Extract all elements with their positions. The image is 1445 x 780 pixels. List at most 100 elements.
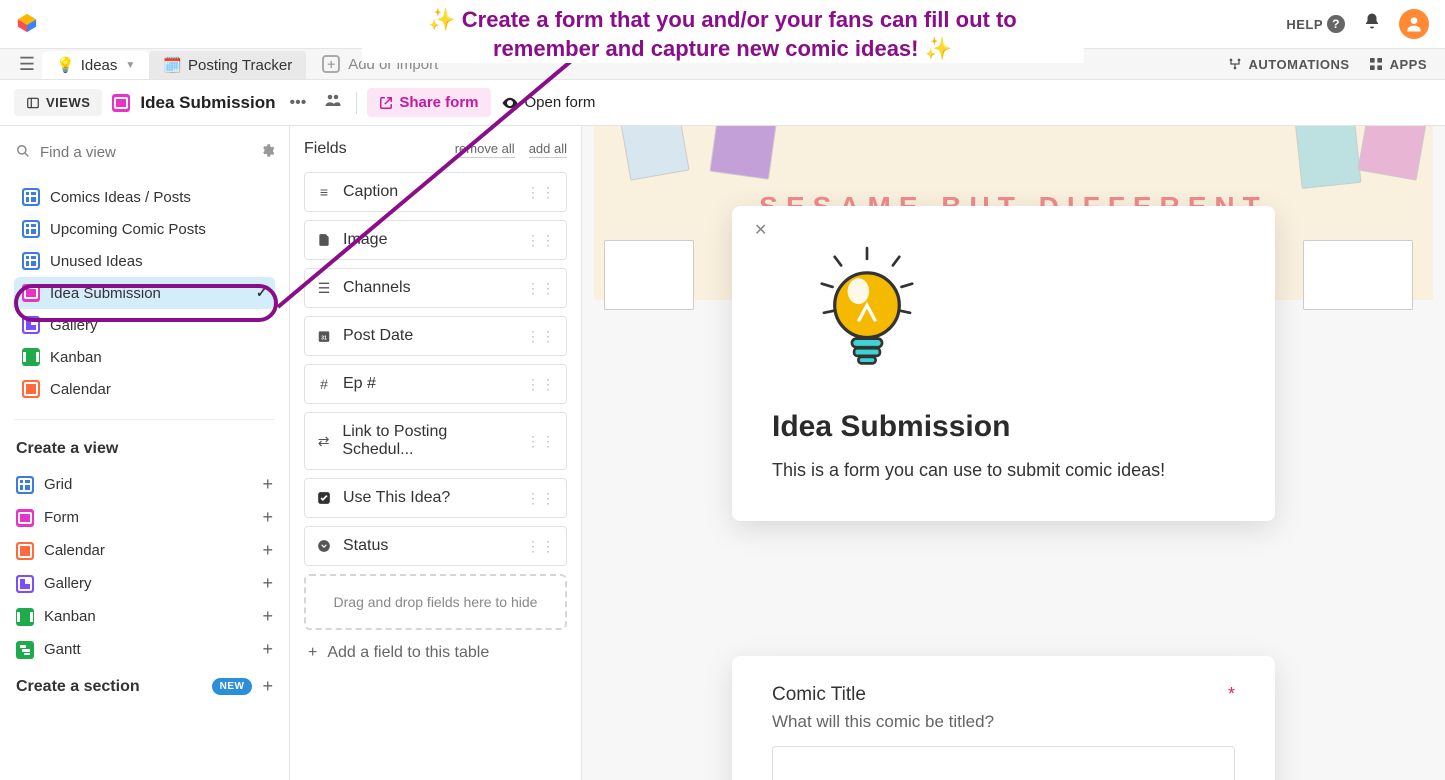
tab-ideas-label: Ideas: [81, 57, 118, 74]
create-gallery-view[interactable]: Gallery+: [14, 567, 275, 600]
search-icon: [16, 144, 30, 162]
hide-fields-dropzone[interactable]: Drag and drop fields here to hide: [304, 574, 567, 630]
add-field-button[interactable]: +Add a field to this table: [304, 630, 567, 662]
drag-handle-icon[interactable]: ⋮⋮: [526, 232, 556, 249]
avatar[interactable]: [1399, 9, 1429, 39]
form-view-icon: [16, 509, 34, 527]
view-item-gallery[interactable]: Gallery: [14, 309, 275, 341]
kanban-view-icon: [16, 608, 34, 626]
divider: [356, 92, 357, 114]
comic-title-input[interactable]: [772, 746, 1235, 780]
drag-handle-icon[interactable]: ⋮⋮: [526, 184, 556, 201]
view-label: Calendar: [50, 381, 111, 398]
divider: [14, 419, 275, 420]
open-form-button[interactable]: Open form: [501, 94, 596, 112]
svg-text:31: 31: [321, 336, 327, 342]
form-field-help: What will this comic be titled?: [772, 712, 1235, 732]
add-all-button[interactable]: add all: [529, 141, 567, 158]
automations-icon: [1227, 56, 1243, 72]
field-channels[interactable]: ☰Channels⋮⋮: [304, 268, 567, 308]
create-label: Kanban: [44, 608, 96, 625]
number-icon: #: [315, 376, 333, 392]
calendar-tracker-icon: 🗓️: [163, 56, 182, 74]
create-form-view[interactable]: Form +: [14, 501, 275, 534]
plus-icon: +: [262, 606, 273, 627]
apps-label: APPS: [1390, 57, 1427, 72]
help-link[interactable]: HELP ?: [1286, 15, 1345, 33]
create-kanban-view[interactable]: Kanban +: [14, 600, 275, 633]
notifications-icon[interactable]: [1363, 12, 1381, 36]
help-label: HELP: [1286, 17, 1323, 32]
field-use-idea[interactable]: Use This Idea? ⋮⋮: [304, 478, 567, 518]
drag-handle-icon[interactable]: ⋮⋮: [526, 433, 556, 450]
app-logo[interactable]: [16, 12, 38, 37]
tab-ideas[interactable]: 💡 Ideas ▼: [42, 51, 149, 79]
gallery-view-icon: [22, 316, 40, 334]
plus-icon: +: [262, 540, 273, 561]
drag-handle-icon[interactable]: ⋮⋮: [526, 328, 556, 345]
menu-icon[interactable]: ☰: [12, 49, 42, 79]
drag-handle-icon[interactable]: ⋮⋮: [526, 490, 556, 507]
share-form-button[interactable]: Share form: [367, 88, 490, 117]
cover-decoration: [604, 240, 694, 310]
field-status[interactable]: Status⋮⋮: [304, 526, 567, 566]
gear-icon[interactable]: [260, 143, 275, 162]
field-label: Caption: [343, 183, 398, 201]
views-button[interactable]: VIEWS: [14, 89, 102, 116]
remove-all-button[interactable]: remove all: [455, 141, 515, 158]
plus-icon: +: [262, 507, 273, 528]
create-grid-view[interactable]: Grid+: [14, 468, 275, 501]
field-post-date[interactable]: 31 Post Date ⋮⋮: [304, 316, 567, 356]
create-gantt-view[interactable]: Gantt+: [14, 633, 275, 666]
find-view-input[interactable]: [14, 138, 243, 167]
lightbulb-icon: [812, 246, 922, 386]
form-description[interactable]: This is a form you can use to submit com…: [772, 460, 1235, 481]
cover-decoration: [618, 126, 689, 181]
view-item-upcoming[interactable]: Upcoming Comic Posts: [14, 213, 275, 245]
view-item-kanban[interactable]: Kanban: [14, 341, 275, 373]
tab-posting-tracker[interactable]: 🗓️ Posting Tracker: [149, 51, 306, 79]
tab-posting-label: Posting Tracker: [188, 57, 292, 74]
field-label: Use This Idea?: [343, 489, 450, 507]
drag-handle-icon[interactable]: ⋮⋮: [526, 538, 556, 555]
view-item-unused[interactable]: Unused Ideas: [14, 245, 275, 277]
new-badge: NEW: [212, 678, 253, 695]
view-item-idea-submission[interactable]: Idea Submission✓: [14, 277, 275, 309]
attachment-icon: [315, 233, 333, 247]
plus-icon[interactable]: +: [262, 676, 273, 697]
field-label: Post Date: [343, 327, 413, 345]
plus-icon: +: [262, 474, 273, 495]
chevron-down-icon[interactable]: ▼: [125, 60, 135, 71]
apps-link[interactable]: APPS: [1368, 56, 1427, 72]
close-icon[interactable]: ✕: [754, 220, 767, 240]
form-title[interactable]: Idea Submission: [772, 410, 1235, 444]
plus-icon: +: [262, 639, 273, 660]
form-field-card[interactable]: Comic Title * What will this comic be ti…: [732, 656, 1275, 780]
view-label: Comics Ideas / Posts: [50, 189, 191, 206]
field-caption[interactable]: ≡ Caption ⋮⋮: [304, 172, 567, 212]
field-label: Ep #: [343, 375, 376, 393]
field-image[interactable]: Image ⋮⋮: [304, 220, 567, 260]
create-calendar-view[interactable]: Calendar+: [14, 534, 275, 567]
single-select-icon: [315, 539, 333, 553]
view-label: Kanban: [50, 349, 102, 366]
form-header-card[interactable]: ✕ Idea Submission This is a form you can…: [732, 206, 1275, 521]
share-people-icon[interactable]: [320, 91, 346, 114]
create-label: Form: [44, 509, 79, 526]
sidebar-icon: [26, 96, 40, 110]
view-label: Idea Submission: [50, 285, 161, 302]
create-view-heading: Create a view: [14, 434, 275, 468]
cover-decoration: [1303, 240, 1413, 310]
view-item-calendar[interactable]: Calendar: [14, 373, 275, 405]
view-options-icon[interactable]: •••: [286, 94, 311, 112]
long-text-icon: ≡: [315, 184, 333, 200]
field-ep[interactable]: # Ep # ⋮⋮: [304, 364, 567, 404]
field-label: Image: [343, 231, 387, 249]
checkbox-icon: [315, 491, 333, 505]
required-indicator: *: [1228, 684, 1235, 705]
view-item-comics-ideas[interactable]: Comics Ideas / Posts: [14, 181, 275, 213]
drag-handle-icon[interactable]: ⋮⋮: [526, 280, 556, 297]
field-link[interactable]: ⇄Link to Posting Schedul...⋮⋮: [304, 412, 567, 470]
drag-handle-icon[interactable]: ⋮⋮: [526, 376, 556, 393]
automations-link[interactable]: AUTOMATIONS: [1227, 56, 1350, 72]
